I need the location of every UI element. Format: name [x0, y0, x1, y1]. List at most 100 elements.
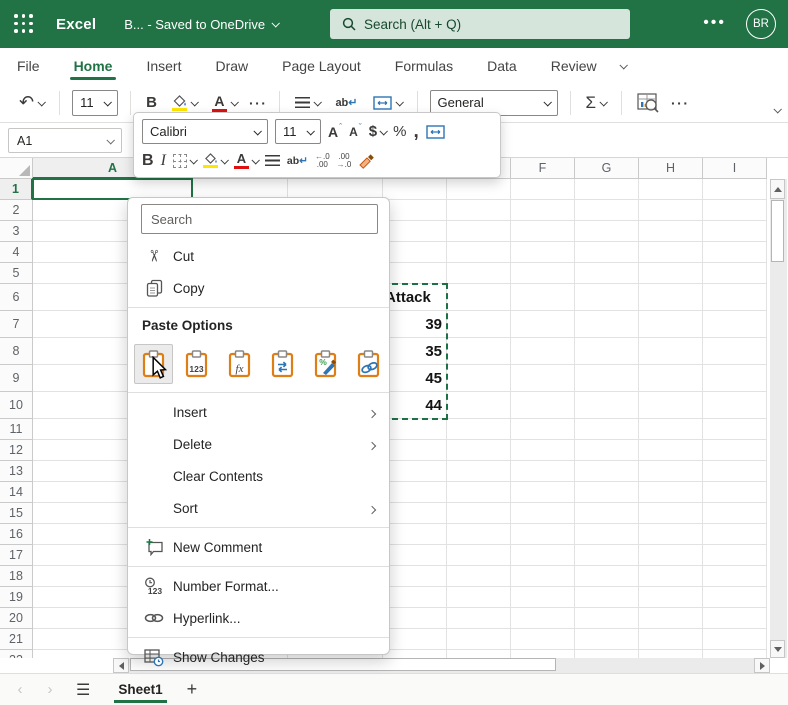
- cell-H9[interactable]: [639, 365, 703, 392]
- cell-F1[interactable]: [511, 179, 575, 200]
- cell-H4[interactable]: [639, 242, 703, 263]
- cell-F21[interactable]: [511, 629, 575, 650]
- row-header-12[interactable]: 12: [0, 440, 33, 461]
- cell-H12[interactable]: [639, 440, 703, 461]
- cell-I21[interactable]: [703, 629, 767, 650]
- cell-G10[interactable]: [575, 392, 639, 419]
- cell-G16[interactable]: [575, 524, 639, 545]
- row-header-8[interactable]: 8: [0, 338, 33, 365]
- row-header-3[interactable]: 3: [0, 221, 33, 242]
- cell-H15[interactable]: [639, 503, 703, 524]
- cell-H2[interactable]: [639, 200, 703, 221]
- font-color-button[interactable]: A: [209, 92, 240, 114]
- cell-E1[interactable]: [447, 179, 511, 200]
- accounting-format-button[interactable]: $: [369, 123, 386, 140]
- row-header-5[interactable]: 5: [0, 263, 33, 284]
- cell-G15[interactable]: [575, 503, 639, 524]
- select-all-corner[interactable]: [0, 158, 33, 179]
- cell-G7[interactable]: [575, 311, 639, 338]
- name-box[interactable]: A1: [8, 128, 122, 153]
- mini-bold-button[interactable]: B: [142, 152, 154, 170]
- font-size-select[interactable]: 11: [72, 90, 118, 116]
- menu-item-insert[interactable]: Insert: [128, 396, 389, 428]
- format-painter-button[interactable]: [358, 153, 375, 169]
- vertical-scroll-thumb[interactable]: [771, 200, 784, 262]
- mini-merge-button[interactable]: [426, 125, 445, 139]
- cell-E19[interactable]: [447, 587, 511, 608]
- cell-F22[interactable]: [511, 650, 575, 658]
- menu-item-show-changes[interactable]: Show Changes: [128, 641, 389, 673]
- scroll-down-button[interactable]: [770, 640, 785, 658]
- add-sheet-button[interactable]: +: [187, 679, 198, 700]
- cell-I2[interactable]: [703, 200, 767, 221]
- cell-G3[interactable]: [575, 221, 639, 242]
- paste-button[interactable]: [134, 344, 173, 384]
- tab-home[interactable]: Home: [68, 48, 119, 83]
- tab-draw[interactable]: Draw: [209, 48, 254, 83]
- paste-link-button[interactable]: [350, 344, 389, 384]
- row-header-16[interactable]: 16: [0, 524, 33, 545]
- cell-E9[interactable]: [447, 365, 511, 392]
- cell-E21[interactable]: [447, 629, 511, 650]
- vertical-scrollbar[interactable]: [770, 179, 787, 658]
- cell-G22[interactable]: [575, 650, 639, 658]
- cell-G4[interactable]: [575, 242, 639, 263]
- cell-D2[interactable]: [383, 200, 447, 221]
- cell-H16[interactable]: [639, 524, 703, 545]
- all-sheets-menu-icon[interactable]: ☰: [76, 680, 90, 700]
- row-header-6[interactable]: 6: [0, 284, 33, 311]
- row-header-11[interactable]: 11: [0, 419, 33, 440]
- more-commands-icon[interactable]: •••: [703, 14, 726, 32]
- next-sheet-icon[interactable]: ›: [42, 681, 58, 698]
- row-header-20[interactable]: 20: [0, 608, 33, 629]
- cell-D4[interactable]: [383, 242, 447, 263]
- paste-values-button[interactable]: 123: [177, 344, 216, 384]
- cell-F8[interactable]: [511, 338, 575, 365]
- cell-H17[interactable]: [639, 545, 703, 566]
- cell-H11[interactable]: [639, 419, 703, 440]
- cell-D18[interactable]: [383, 566, 447, 587]
- scroll-left-button[interactable]: [113, 658, 129, 673]
- cell-I14[interactable]: [703, 482, 767, 503]
- row-header-18[interactable]: 18: [0, 566, 33, 587]
- cell-I10[interactable]: [703, 392, 767, 419]
- shrink-font-button[interactable]: Aˇ: [349, 125, 362, 139]
- cell-H6[interactable]: [639, 284, 703, 311]
- align-button[interactable]: [292, 95, 323, 110]
- cell-I6[interactable]: [703, 284, 767, 311]
- cell-D12[interactable]: [383, 440, 447, 461]
- more-tabs-chevron-icon[interactable]: [619, 61, 627, 69]
- cell-D9[interactable]: 45: [383, 365, 447, 392]
- cell-D16[interactable]: [383, 524, 447, 545]
- fill-color-button[interactable]: [169, 93, 200, 113]
- cell-F12[interactable]: [511, 440, 575, 461]
- analyze-data-button[interactable]: [634, 91, 662, 115]
- row-header-13[interactable]: 13: [0, 461, 33, 482]
- cell-D15[interactable]: [383, 503, 447, 524]
- merge-cells-button[interactable]: [370, 94, 405, 112]
- app-launcher-icon[interactable]: [14, 14, 34, 34]
- autosum-button[interactable]: Σ: [583, 91, 610, 115]
- row-header-15[interactable]: 15: [0, 503, 33, 524]
- cell-G1[interactable]: [575, 179, 639, 200]
- cell-F15[interactable]: [511, 503, 575, 524]
- menu-item-number-format[interactable]: 123 Number Format...: [128, 570, 389, 602]
- cell-D17[interactable]: [383, 545, 447, 566]
- cell-F20[interactable]: [511, 608, 575, 629]
- column-header-H[interactable]: H: [639, 158, 703, 179]
- row-header-19[interactable]: 19: [0, 587, 33, 608]
- row-header-2[interactable]: 2: [0, 200, 33, 221]
- cell-E5[interactable]: [447, 263, 511, 284]
- cell-I1[interactable]: [703, 179, 767, 200]
- tab-file[interactable]: File: [11, 48, 46, 83]
- cell-I5[interactable]: [703, 263, 767, 284]
- cell-H5[interactable]: [639, 263, 703, 284]
- cell-G8[interactable]: [575, 338, 639, 365]
- cell-D10[interactable]: 44: [383, 392, 447, 419]
- cell-F4[interactable]: [511, 242, 575, 263]
- row-header-10[interactable]: 10: [0, 392, 33, 419]
- cell-G18[interactable]: [575, 566, 639, 587]
- cell-E2[interactable]: [447, 200, 511, 221]
- undo-button[interactable]: ↶: [16, 90, 47, 115]
- mini-align-button[interactable]: [265, 155, 280, 166]
